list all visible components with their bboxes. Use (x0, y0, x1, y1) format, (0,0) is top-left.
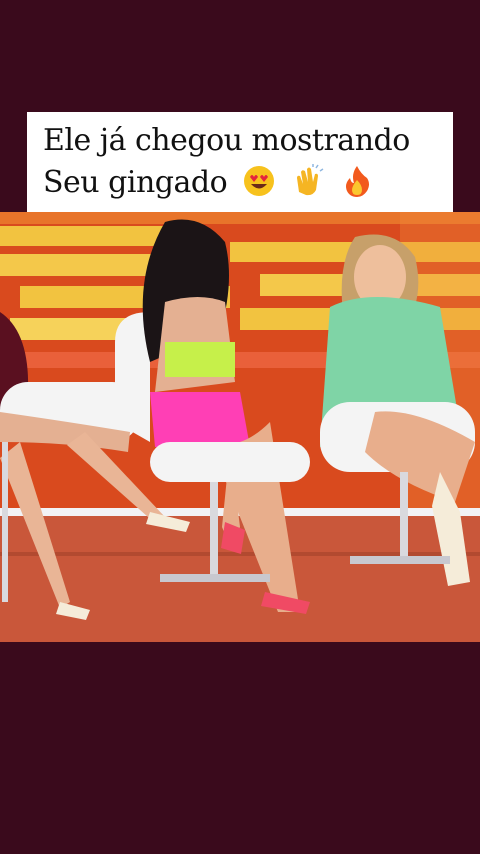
clapping-hands-icon (297, 164, 324, 196)
caption-line-1: Ele já chegou mostrando (43, 120, 437, 162)
caption-text-1: Ele já chegou mostrando (43, 123, 410, 158)
fire-icon (346, 166, 370, 197)
caption-text-2: Seu gingado (43, 165, 228, 200)
studio-scene-illustration (0, 212, 480, 642)
caption-line-2: Seu gingado (43, 162, 437, 204)
caption-card: Ele já chegou mostrando Seu gingado (27, 112, 453, 212)
bottom-background (0, 642, 480, 854)
heart-eyes-emoji-icon (244, 166, 275, 196)
video-player[interactable] (0, 212, 480, 642)
